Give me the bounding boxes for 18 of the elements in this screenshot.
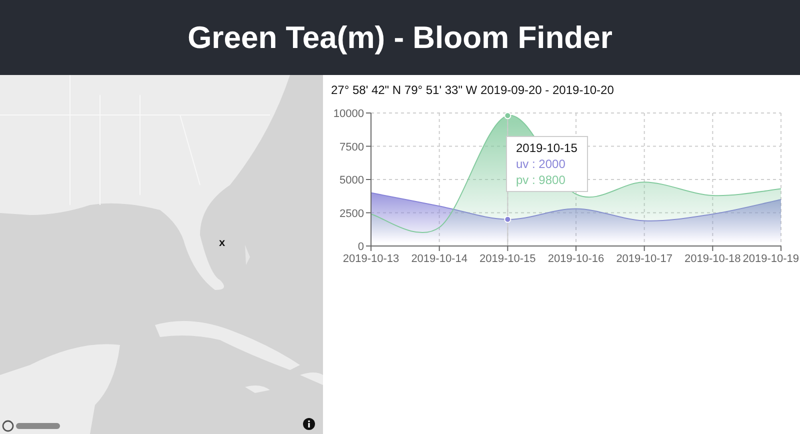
tooltip-title: 2019-10-15 bbox=[516, 140, 578, 156]
y-tick-label: 5000 bbox=[340, 174, 364, 186]
tooltip-value: pv : 9800 bbox=[516, 172, 566, 189]
x-tick-label: 2019-10-19 bbox=[742, 253, 799, 265]
x-tick-label: 2019-10-17 bbox=[616, 253, 672, 265]
x-tick-label: 2019-10-13 bbox=[342, 253, 400, 265]
y-tick-label: 10000 bbox=[333, 108, 364, 120]
location-date-range: 27° 58' 42" N 79° 51' 33" W 2019-09-20 - 2019-10-20 bbox=[331, 83, 615, 97]
page-title: Green Tea(m) - Bloom Finder bbox=[188, 20, 612, 56]
y-tick-label: 7500 bbox=[340, 141, 364, 154]
x-tick-label: 2019-10-18 bbox=[684, 253, 741, 265]
tooltip-value: uv : 2000 bbox=[516, 156, 566, 172]
y-tick-label: 2500 bbox=[340, 208, 364, 220]
map-marker: x bbox=[219, 238, 226, 249]
x-tick-label: 2019-10-16 bbox=[548, 253, 604, 265]
x-tick-label: 2019-10-15 bbox=[480, 253, 536, 265]
x-tick-label: 2019-10-14 bbox=[411, 253, 468, 265]
y-tick-label: 0 bbox=[358, 241, 364, 253]
